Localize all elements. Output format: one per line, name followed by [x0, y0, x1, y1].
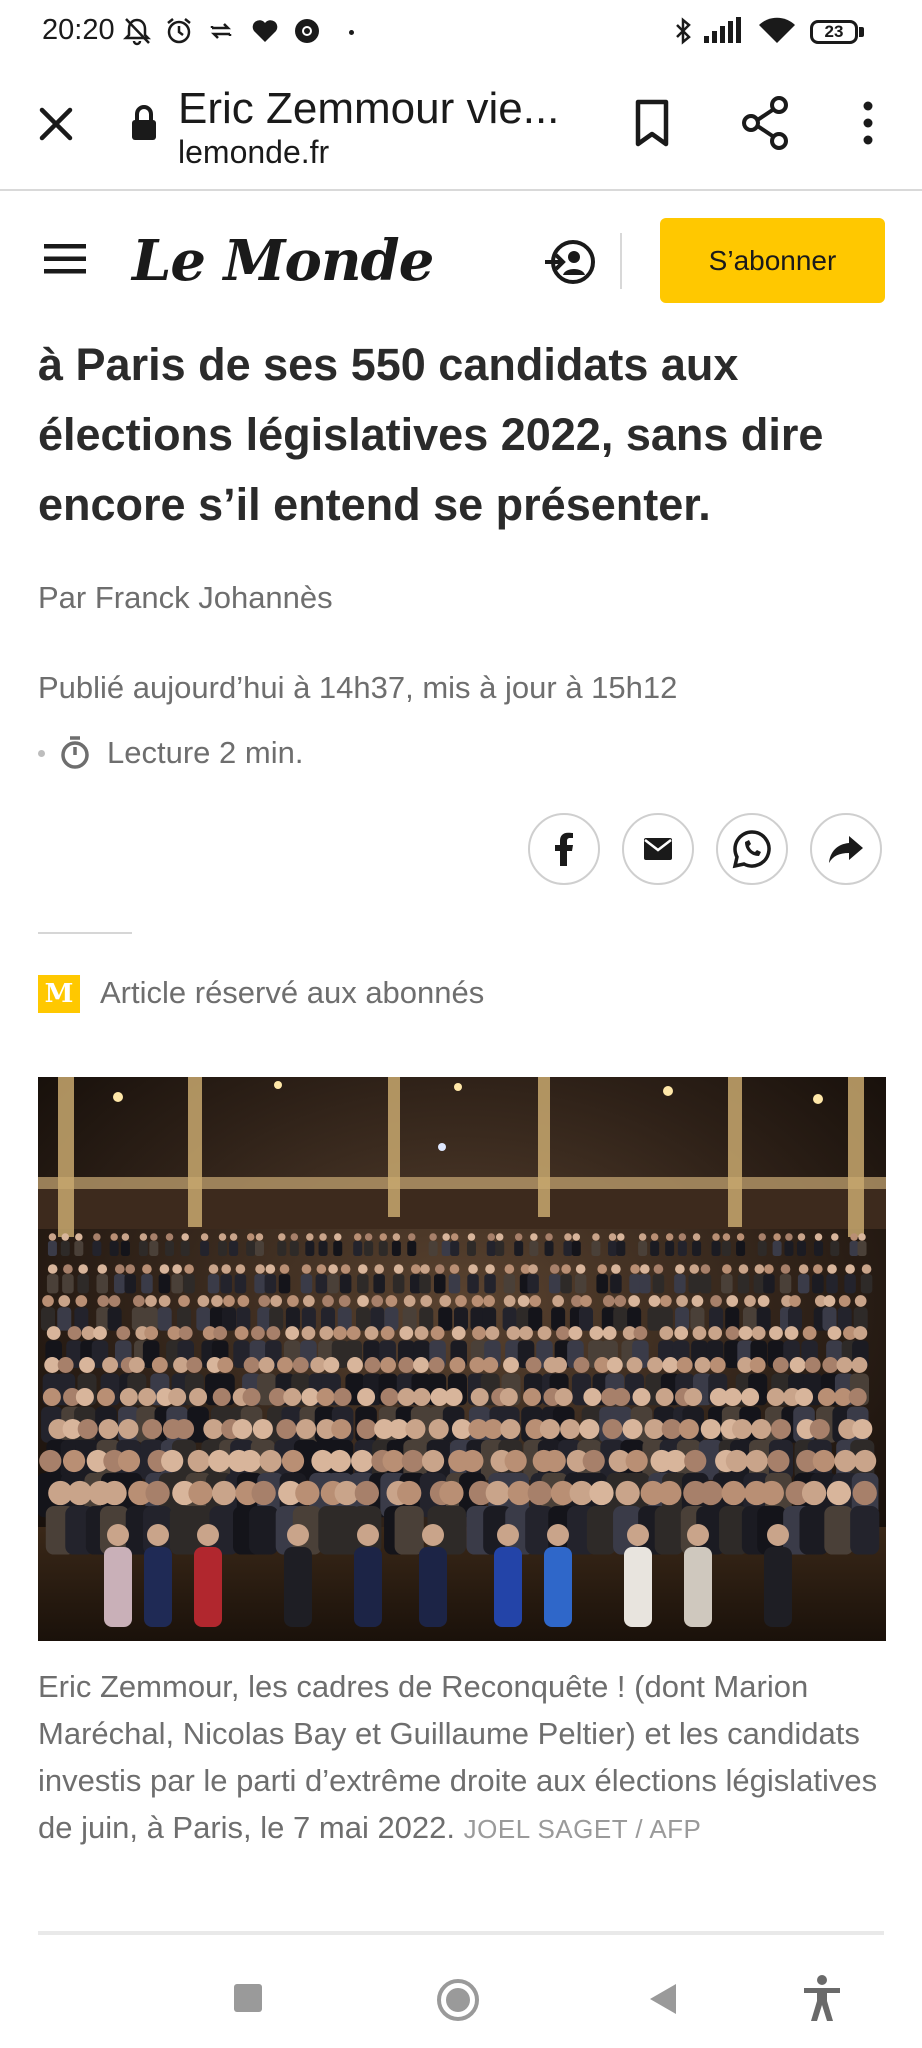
bookmark-icon[interactable]: [632, 98, 672, 148]
page-domain[interactable]: lemonde.fr: [178, 134, 329, 171]
bell-off-icon: [122, 18, 152, 46]
account-icon[interactable]: [543, 237, 597, 287]
reading-time: Lecture 2 min.: [107, 735, 304, 770]
bullet-dot: [38, 749, 45, 757]
system-nav-bar: [0, 1940, 922, 2048]
accessibility-icon[interactable]: [800, 1974, 844, 2024]
share-whatsapp-button[interactable]: [716, 813, 788, 885]
alarm-icon: [167, 18, 191, 44]
article-photo[interactable]: [38, 1077, 886, 1641]
article-headline: à Paris de ses 550 candidats aux électio…: [38, 339, 824, 530]
bluetooth-icon: [676, 17, 691, 45]
site-header: Le Monde S’abonner: [0, 191, 922, 331]
caption-text: Eric Zemmour, les cadres de Reconquête !…: [38, 1669, 878, 1845]
subscribe-button[interactable]: S’abonner: [660, 218, 885, 303]
chrome-icon: [295, 19, 319, 43]
signal-icon: [704, 17, 741, 43]
share-icon[interactable]: [740, 96, 790, 150]
heart-icon: [252, 20, 278, 42]
reading-time-row: Lecture 2 min.: [38, 733, 303, 773]
group-photo-image: [38, 1077, 886, 1641]
forward-share-icon: [829, 836, 863, 863]
status-time: 20:20: [42, 14, 115, 46]
page-title[interactable]: Eric Zemmour vie...: [178, 84, 588, 134]
photo-caption: Eric Zemmour, les cadres de Reconquête !…: [38, 1663, 888, 1853]
more-icon[interactable]: [858, 98, 878, 148]
menu-icon[interactable]: [42, 241, 88, 277]
le-monde-logo[interactable]: Le Monde: [132, 228, 434, 294]
recents-square-icon[interactable]: [234, 1984, 262, 2012]
back-triangle-icon[interactable]: [648, 1982, 678, 2016]
share-facebook-button[interactable]: [528, 813, 600, 885]
home-circle-icon[interactable]: [436, 1978, 480, 2022]
mail-icon: [644, 838, 672, 860]
whatsapp-icon: [732, 830, 771, 869]
share-more-button[interactable]: [810, 813, 882, 885]
header-divider: [620, 233, 622, 289]
browser-toolbar: Eric Zemmour vie... lemonde.fr: [0, 66, 922, 191]
section-rule: [38, 932, 132, 934]
battery-icon: 23: [810, 20, 858, 44]
notification-dot: [349, 30, 354, 35]
lock-icon: [132, 105, 156, 140]
sync-icon: [210, 23, 232, 39]
premium-label: Article réservé aux abonnés: [100, 975, 485, 1010]
status-bar: 20:20 23: [0, 0, 922, 66]
article-byline[interactable]: Par Franck Johannès: [38, 580, 333, 616]
facebook-icon: [555, 832, 573, 866]
content-divider: [38, 1931, 884, 1935]
battery-tip: [859, 27, 864, 37]
article-published-date: Publié aujourd’hui à 14h37, mis à jour à…: [38, 670, 678, 705]
stopwatch-icon: [61, 736, 89, 769]
share-mail-button[interactable]: [622, 813, 694, 885]
photo-credit: JOEL SAGET / AFP: [463, 1814, 702, 1844]
close-icon[interactable]: [36, 104, 76, 144]
premium-badge-icon: M: [38, 975, 80, 1013]
wifi-icon: [759, 17, 795, 43]
